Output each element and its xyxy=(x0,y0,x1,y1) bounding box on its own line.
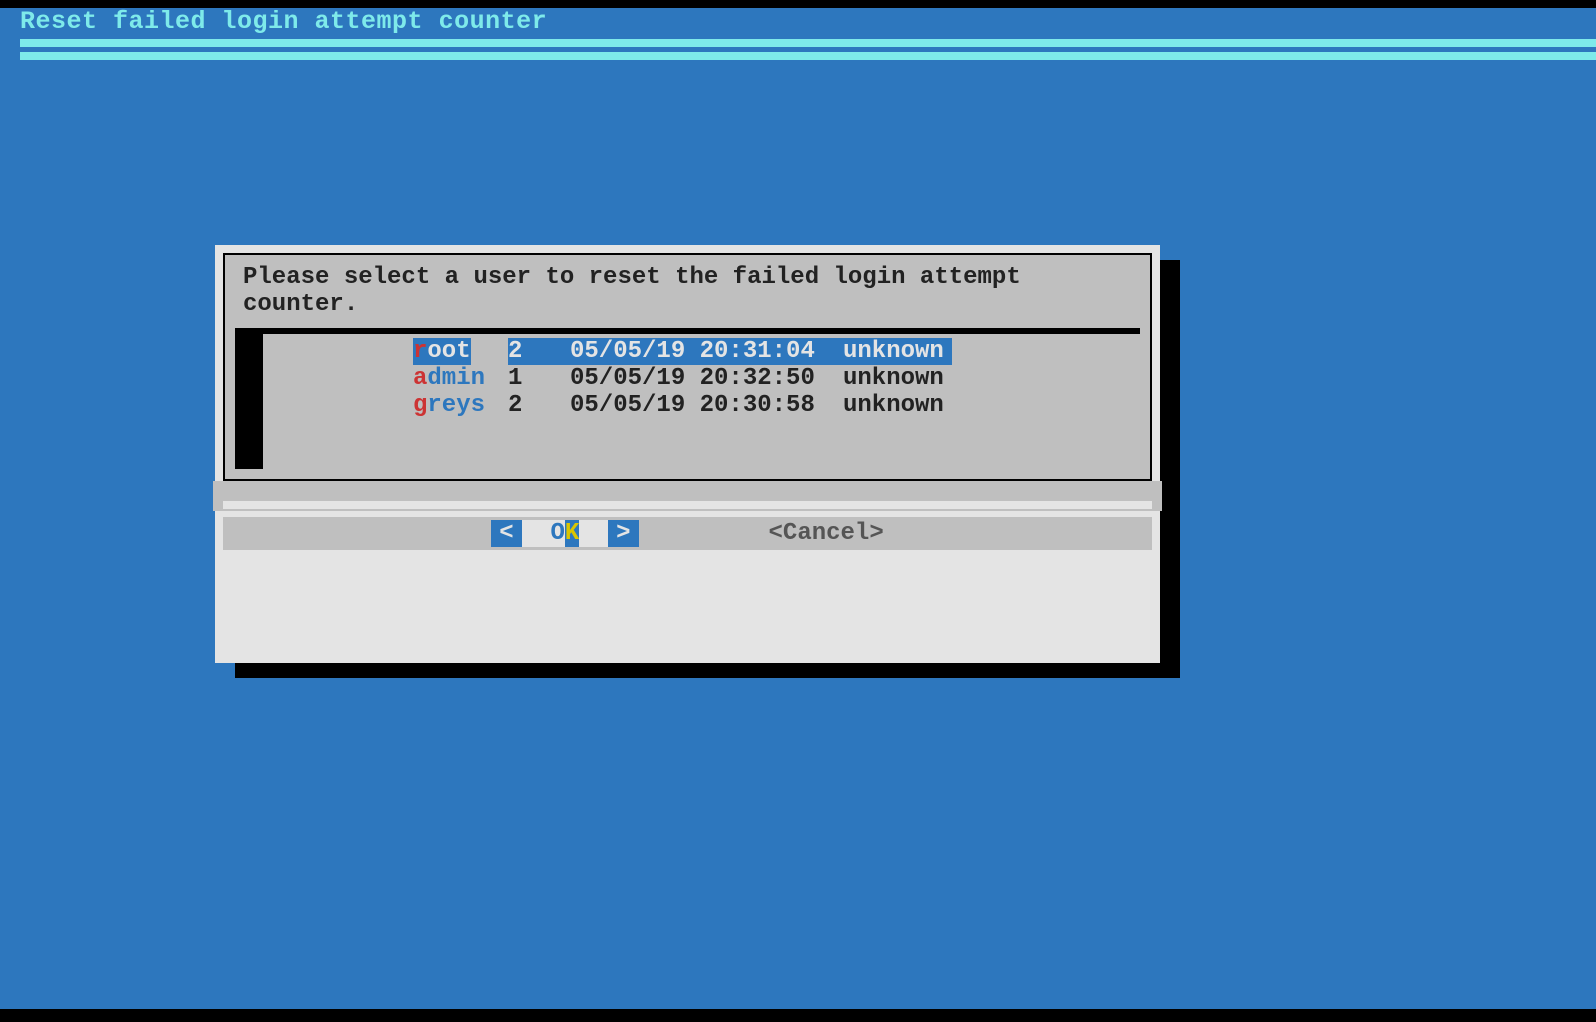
source: unknown xyxy=(825,338,952,365)
source: unknown xyxy=(825,392,944,419)
user-row-greys[interactable]: greys 2 05/05/19 20:30:58 unknown xyxy=(263,392,1140,419)
user-row-admin[interactable]: admin 1 05/05/19 20:32:50 unknown xyxy=(263,365,1140,392)
user-name: greys xyxy=(413,392,508,419)
title-bar: Reset failed login attempt counter xyxy=(0,8,1596,35)
user-name: root xyxy=(413,338,508,365)
fail-count: 1 xyxy=(508,365,570,392)
timestamp: 05/05/19 20:30:58 xyxy=(570,392,825,419)
cancel-button[interactable]: <Cancel> xyxy=(769,520,884,547)
dialog-frame: Please select a user to reset the failed… xyxy=(223,253,1152,481)
fail-count: 2 xyxy=(508,338,570,365)
user-name: admin xyxy=(413,365,508,392)
timestamp: 05/05/19 20:32:50 xyxy=(570,365,825,392)
user-list[interactable]: root 2 05/05/19 20:31:04 unknown admin 1… xyxy=(263,334,1140,469)
user-list-container: root 2 05/05/19 20:31:04 unknown admin 1… xyxy=(235,328,1140,469)
page-title: Reset failed login attempt counter xyxy=(0,7,547,36)
user-row-root[interactable]: root 2 05/05/19 20:31:04 unknown xyxy=(263,338,1140,365)
dialog-prompt: Please select a user to reset the failed… xyxy=(235,259,1140,328)
timestamp: 05/05/19 20:31:04 xyxy=(570,338,825,365)
fail-count: 2 xyxy=(508,392,570,419)
main-area: Please select a user to reset the failed… xyxy=(0,35,1596,1009)
source: unknown xyxy=(825,365,944,392)
decorative-bar-1 xyxy=(20,39,1596,47)
button-bar: < OK > <Cancel> xyxy=(223,517,1152,550)
ok-button[interactable]: < OK > xyxy=(491,520,638,547)
decorative-bar-2 xyxy=(20,52,1596,60)
dialog-box: Please select a user to reset the failed… xyxy=(215,245,1160,663)
